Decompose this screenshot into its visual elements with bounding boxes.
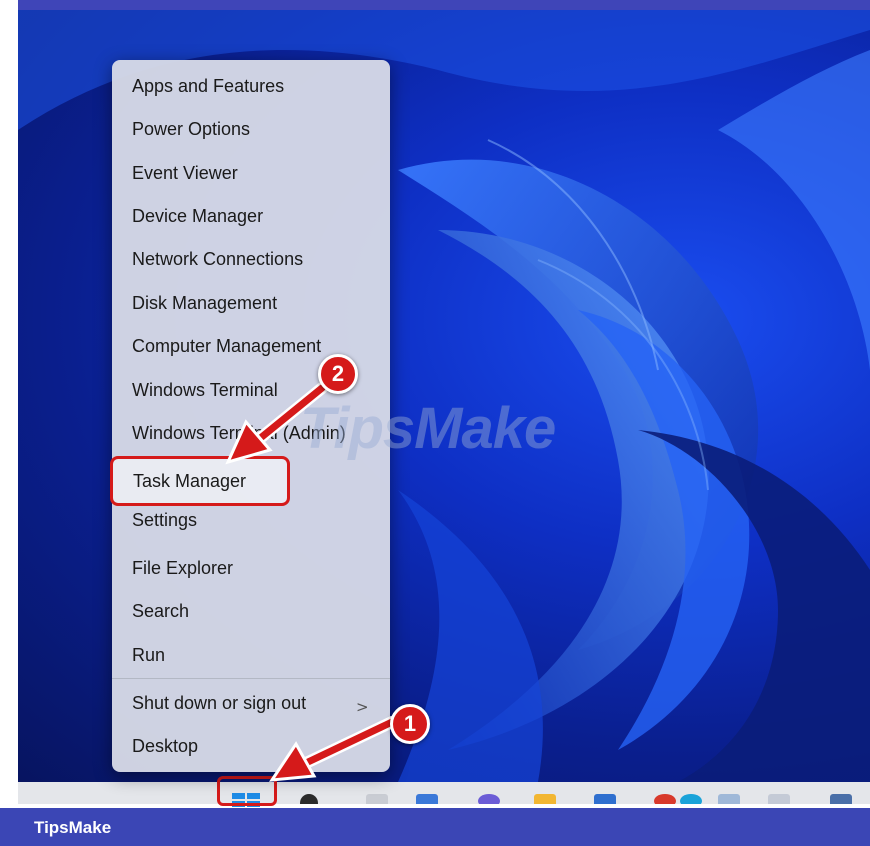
screenshot-frame: TipsMake Apps and Features Power Options… [0, 0, 870, 846]
step-1-badge: 1 [390, 704, 430, 744]
annotation-arrows [225, 382, 398, 782]
arrow-to-task-manager [254, 384, 326, 444]
arrow-head [269, 741, 317, 782]
arrow-to-start [304, 718, 396, 766]
step-2-badge: 2 [318, 354, 358, 394]
